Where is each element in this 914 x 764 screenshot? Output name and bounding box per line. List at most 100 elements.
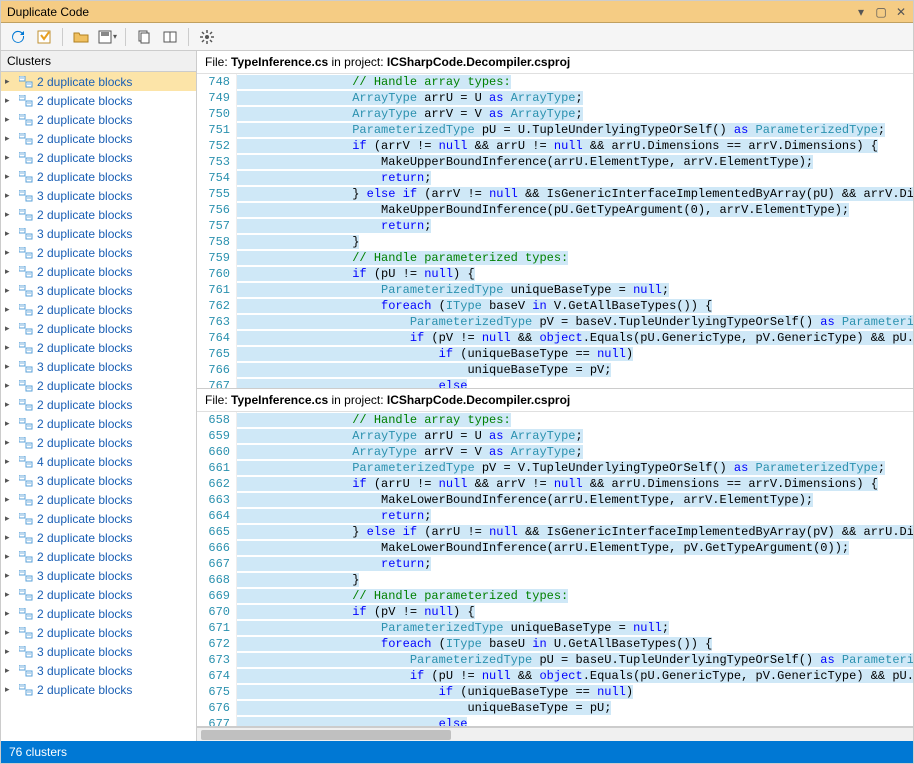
cluster-item[interactable]: ▸2 duplicate blocks (1, 110, 196, 129)
code-pane-bottom: File: TypeInference.cs in project: ICSha… (197, 389, 913, 727)
cluster-item[interactable]: ▸2 duplicate blocks (1, 604, 196, 623)
tree-expand-icon[interactable]: ▸ (5, 627, 15, 638)
cluster-item[interactable]: ▸2 duplicate blocks (1, 243, 196, 262)
cluster-item[interactable]: ▸3 duplicate blocks (1, 281, 196, 300)
cluster-item[interactable]: ▸3 duplicate blocks (1, 471, 196, 490)
tree-expand-icon[interactable]: ▸ (5, 684, 15, 695)
code-body[interactable]: 6586596606616626636646656666676686696706… (197, 412, 913, 726)
tree-expand-icon[interactable]: ▸ (5, 133, 15, 144)
cluster-label: 3 duplicate blocks (37, 664, 132, 678)
tree-expand-icon[interactable]: ▸ (5, 551, 15, 562)
tree-expand-icon[interactable]: ▸ (5, 475, 15, 486)
cluster-item[interactable]: ▸2 duplicate blocks (1, 319, 196, 338)
layout-button[interactable] (159, 26, 181, 48)
settings-button[interactable] (196, 26, 218, 48)
code-body[interactable]: 7487497507517527537547557567577587597607… (197, 74, 913, 388)
tree-expand-icon[interactable]: ▸ (5, 190, 15, 201)
tree-expand-icon[interactable]: ▸ (5, 380, 15, 391)
cluster-list[interactable]: ▸ 2 duplicate blocks ▸ 2 duplicate blocks ▸ 2… (1, 72, 196, 741)
cluster-item[interactable]: ▸3 duplicate blocks (1, 566, 196, 585)
tree-expand-icon[interactable]: ▸ (5, 95, 15, 106)
cluster-label: 2 duplicate blocks (37, 303, 132, 317)
cluster-item[interactable]: ▸ 2 duplicate blocks (1, 490, 196, 509)
tree-expand-icon[interactable]: ▸ (5, 228, 15, 239)
tree-expand-icon[interactable]: ▸ (5, 589, 15, 600)
tree-expand-icon[interactable]: ▸ (5, 665, 15, 676)
cluster-label: 2 duplicate blocks (37, 265, 132, 279)
tree-expand-icon[interactable]: ▸ (5, 114, 15, 125)
code-area: File: TypeInference.cs in project: ICSha… (197, 51, 913, 741)
duplicate-icon (19, 627, 33, 639)
tree-expand-icon[interactable]: ▸ (5, 76, 15, 87)
horizontal-scrollbar[interactable] (197, 727, 913, 741)
tree-expand-icon[interactable]: ▸ (5, 513, 15, 524)
cluster-label: 2 duplicate blocks (37, 75, 132, 89)
tree-expand-icon[interactable]: ▸ (5, 304, 15, 315)
cluster-label: 2 duplicate blocks (37, 398, 132, 412)
cluster-item[interactable]: ▸2 duplicate blocks (1, 376, 196, 395)
code-pane-top: File: TypeInference.cs in project: ICSha… (197, 51, 913, 389)
dropdown-icon[interactable]: ▾ (855, 6, 867, 18)
cluster-item[interactable]: ▸ 2 duplicate blocks (1, 262, 196, 281)
cluster-item[interactable]: ▸4 duplicate blocks (1, 452, 196, 471)
cluster-item[interactable]: ▸2 duplicate blocks (1, 129, 196, 148)
code-lines[interactable]: // Handle array types: ArrayType arrU = … (237, 412, 913, 726)
cluster-item[interactable]: ▸ 2 duplicate blocks (1, 395, 196, 414)
duplicate-icon (19, 608, 33, 620)
tree-expand-icon[interactable]: ▸ (5, 247, 15, 258)
cluster-item[interactable]: ▸2 duplicate blocks (1, 528, 196, 547)
tree-expand-icon[interactable]: ▸ (5, 570, 15, 581)
cluster-item[interactable]: ▸2 duplicate blocks (1, 509, 196, 528)
tree-expand-icon[interactable]: ▸ (5, 456, 15, 467)
cluster-item[interactable]: ▸2 duplicate blocks (1, 585, 196, 604)
cluster-item[interactable]: ▸ 3 duplicate blocks (1, 357, 196, 376)
code-lines[interactable]: // Handle array types: ArrayType arrU = … (237, 74, 913, 388)
open-button[interactable] (70, 26, 92, 48)
duplicate-icon (19, 532, 33, 544)
cluster-item[interactable]: ▸2 duplicate blocks (1, 414, 196, 433)
tree-expand-icon[interactable]: ▸ (5, 437, 15, 448)
cluster-label: 2 duplicate blocks (37, 436, 132, 450)
tree-expand-icon[interactable]: ▸ (5, 152, 15, 163)
tree-expand-icon[interactable]: ▸ (5, 171, 15, 182)
cluster-label: 2 duplicate blocks (37, 493, 132, 507)
tree-expand-icon[interactable]: ▸ (5, 399, 15, 410)
cluster-item[interactable]: ▸3 duplicate blocks (1, 642, 196, 661)
cluster-item[interactable]: ▸2 duplicate blocks (1, 148, 196, 167)
cluster-item[interactable]: ▸ 3 duplicate blocks (1, 661, 196, 680)
tree-expand-icon[interactable]: ▸ (5, 209, 15, 220)
line-gutter: 7487497507517527537547557567577587597607… (197, 74, 237, 388)
cluster-item[interactable]: ▸2 duplicate blocks (1, 547, 196, 566)
close-icon[interactable]: ✕ (895, 6, 907, 18)
cluster-label: 3 duplicate blocks (37, 360, 132, 374)
cluster-item[interactable]: ▸3 duplicate blocks (1, 224, 196, 243)
cluster-item[interactable]: ▸ 2 duplicate blocks (1, 300, 196, 319)
tree-expand-icon[interactable]: ▸ (5, 266, 15, 277)
cluster-item[interactable]: ▸2 duplicate blocks (1, 205, 196, 224)
tree-expand-icon[interactable]: ▸ (5, 361, 15, 372)
tree-expand-icon[interactable]: ▸ (5, 494, 15, 505)
tree-expand-icon[interactable]: ▸ (5, 342, 15, 353)
options-button[interactable] (33, 26, 55, 48)
tree-expand-icon[interactable]: ▸ (5, 285, 15, 296)
copy-button[interactable] (133, 26, 155, 48)
save-button[interactable]: ▾ (96, 26, 118, 48)
duplicate-icon (19, 513, 33, 525)
tree-expand-icon[interactable]: ▸ (5, 323, 15, 334)
cluster-item[interactable]: ▸2 duplicate blocks (1, 338, 196, 357)
maximize-icon[interactable]: ▢ (875, 6, 887, 18)
cluster-item[interactable]: ▸ 2 duplicate blocks (1, 433, 196, 452)
cluster-item[interactable]: ▸2 duplicate blocks (1, 167, 196, 186)
duplicate-icon (19, 684, 33, 696)
tree-expand-icon[interactable]: ▸ (5, 418, 15, 429)
sidebar: Clusters ▸2 duplicate blocks▸2 duplicate… (1, 51, 197, 741)
cluster-item[interactable]: ▸2 duplicate blocks (1, 623, 196, 642)
tree-expand-icon[interactable]: ▸ (5, 646, 15, 657)
tree-expand-icon[interactable]: ▸ (5, 608, 15, 619)
cluster-item[interactable]: ▸ 2 duplicate blocks (1, 72, 196, 91)
cluster-item[interactable]: ▸2 duplicate blocks (1, 680, 196, 699)
tree-expand-icon[interactable]: ▸ (5, 532, 15, 543)
refresh-button[interactable] (7, 26, 29, 48)
cluster-item[interactable]: ▸3 duplicate blocks (1, 186, 196, 205)
cluster-item[interactable]: ▸2 duplicate blocks (1, 91, 196, 110)
